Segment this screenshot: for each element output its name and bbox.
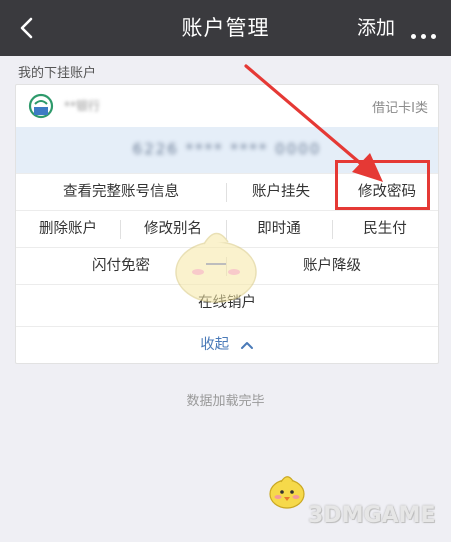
minsheng-pay-button[interactable]: 民生付 <box>332 211 438 248</box>
collapse-button[interactable]: 收起 <box>16 326 438 364</box>
delete-account-button[interactable]: 删除账户 <box>16 211 120 248</box>
chevron-up-icon <box>240 342 253 349</box>
watermark-chick-icon <box>269 476 305 509</box>
section-label: 我的下挂账户 <box>18 66 97 81</box>
add-button[interactable]: 添加 <box>357 0 395 56</box>
mascot-watermark-icon <box>175 232 257 303</box>
annotation-highlight-box <box>335 160 430 210</box>
bank-name: **银行 <box>64 99 101 113</box>
view-full-account-button[interactable]: 查看完整账号信息 <box>16 174 226 211</box>
card-header: **银行 借记卡I类 <box>16 85 438 127</box>
more-dots-icon[interactable] <box>411 24 441 39</box>
watermark-text: 3DMGAME <box>308 503 436 528</box>
card-type-label: 借记卡I类 <box>372 101 428 116</box>
top-bar: 账户管理 添加 <box>0 0 451 56</box>
bank-logo-icon <box>28 93 54 119</box>
load-status-text: 数据加载完毕 <box>186 394 265 409</box>
collapse-label: 收起 <box>200 337 230 353</box>
report-loss-button[interactable]: 账户挂失 <box>226 174 336 211</box>
account-number: 6226 **** **** 0000 <box>132 140 322 158</box>
